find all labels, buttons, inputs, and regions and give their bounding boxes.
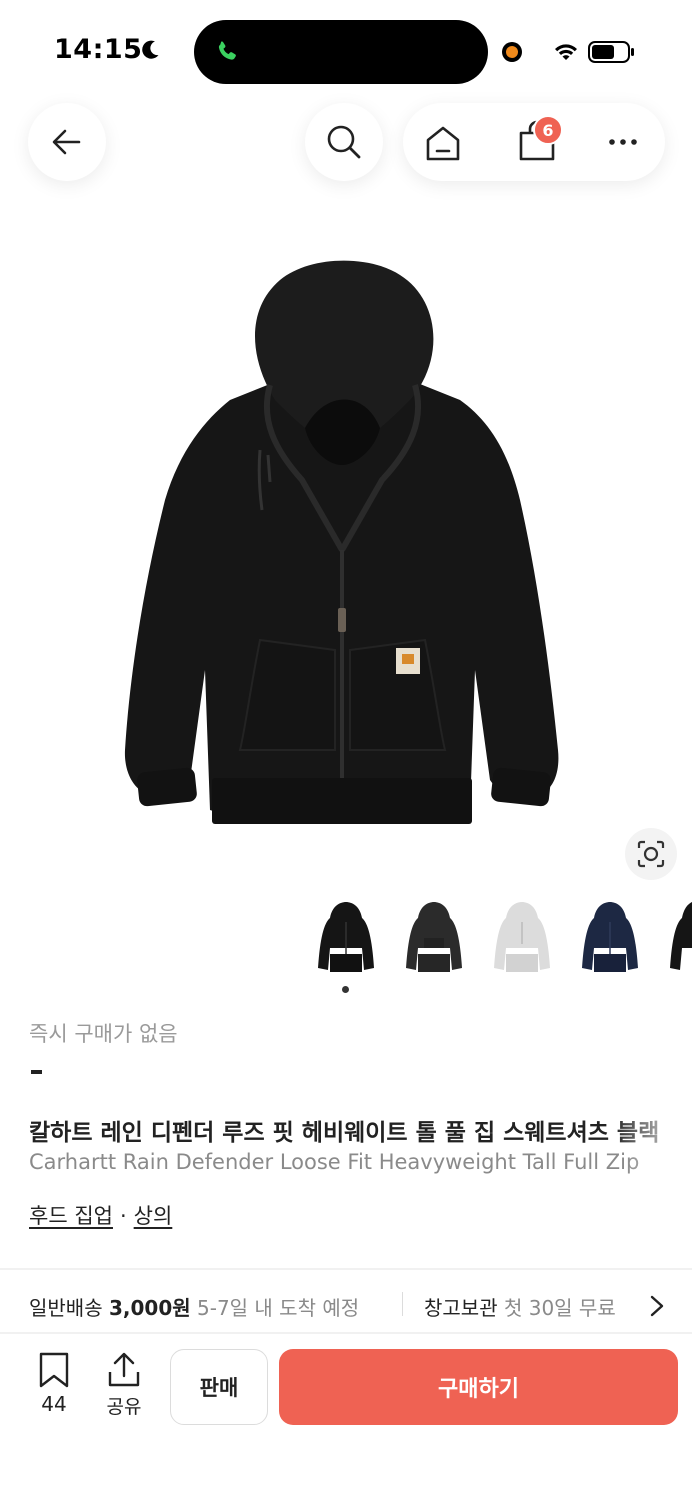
status-time: 14:15 bbox=[54, 34, 143, 65]
category-separator: · bbox=[119, 1204, 127, 1228]
thumbnail-strip bbox=[0, 898, 692, 980]
shipping-eta: 5-7일 내 도착 예정 bbox=[197, 1296, 360, 1320]
search-button[interactable] bbox=[305, 103, 383, 181]
moon-icon bbox=[142, 40, 159, 59]
bookmark-icon bbox=[39, 1352, 69, 1388]
visual-search-button[interactable] bbox=[625, 828, 677, 880]
more-icon bbox=[609, 139, 637, 145]
cart-badge: 6 bbox=[533, 115, 563, 145]
product-image[interactable] bbox=[110, 250, 580, 840]
mic-indicator-dot bbox=[502, 42, 522, 62]
battery-icon bbox=[588, 41, 634, 63]
thumbnail-black-hoodie-partial[interactable] bbox=[662, 898, 692, 978]
shipping-label: 일반배송 bbox=[29, 1296, 103, 1320]
nav-pill: 6 bbox=[403, 103, 665, 181]
price-placeholder-dash bbox=[31, 1070, 42, 1074]
share-button[interactable]: 공유 bbox=[100, 1352, 148, 1422]
product-title-ko: 칼하트 레인 디펜더 루즈 핏 헤비웨이트 톨 풀 집 스웨트셔츠 블랙 bbox=[29, 1120, 660, 1146]
product-title-en: Carhartt Rain Defender Loose Fit Heavywe… bbox=[29, 1150, 640, 1174]
chevron-right-icon bbox=[650, 1295, 664, 1317]
share-icon bbox=[108, 1352, 140, 1387]
instant-buy-label: 즉시 구매가 없음 bbox=[29, 1022, 178, 1046]
phone-call-icon bbox=[218, 41, 236, 60]
divider bbox=[0, 1332, 692, 1334]
lens-search-icon bbox=[637, 840, 665, 868]
category-breadcrumb: 후드 집업 · 상의 bbox=[29, 1200, 172, 1230]
more-button[interactable] bbox=[603, 129, 643, 155]
thumbnail-charcoal-hoodie[interactable] bbox=[398, 898, 470, 978]
carousel-indicator-dot bbox=[342, 986, 349, 993]
home-icon[interactable] bbox=[423, 123, 463, 163]
shipping-price: 3,000원 bbox=[108, 1296, 191, 1320]
sell-button[interactable]: 판매 bbox=[170, 1349, 268, 1425]
back-button[interactable] bbox=[28, 103, 106, 181]
bookmark-button[interactable]: 44 bbox=[32, 1352, 76, 1422]
share-label: 공유 bbox=[106, 1396, 142, 1418]
buy-button[interactable]: 구매하기 bbox=[279, 1349, 678, 1425]
shipping-divider bbox=[402, 1292, 403, 1316]
search-icon bbox=[327, 125, 361, 159]
thumbnail-light-gray-hoodie[interactable] bbox=[486, 898, 558, 978]
category-link-hood-zipup[interactable]: 후드 집업 bbox=[29, 1204, 113, 1228]
storage-info: 창고보관 첫 30일 무료 bbox=[424, 1292, 616, 1321]
storage-label: 창고보관 bbox=[424, 1296, 498, 1320]
wifi-icon bbox=[555, 44, 577, 60]
thumbnail-black-hoodie[interactable] bbox=[310, 898, 382, 978]
bookmark-count: 44 bbox=[41, 1392, 67, 1416]
shipping-row[interactable]: 일반배송 3,000원 5-7일 내 도착 예정 창고보관 첫 30일 무료 bbox=[0, 1270, 692, 1332]
shipping-info: 일반배송 3,000원 5-7일 내 도착 예정 bbox=[29, 1292, 359, 1321]
status-bar: 14:15 bbox=[0, 0, 692, 100]
thumbnail-navy-hoodie[interactable] bbox=[574, 898, 646, 978]
back-arrow-icon bbox=[52, 129, 81, 155]
storage-note: 첫 30일 무료 bbox=[503, 1296, 616, 1320]
category-link-top[interactable]: 상의 bbox=[134, 1204, 173, 1228]
